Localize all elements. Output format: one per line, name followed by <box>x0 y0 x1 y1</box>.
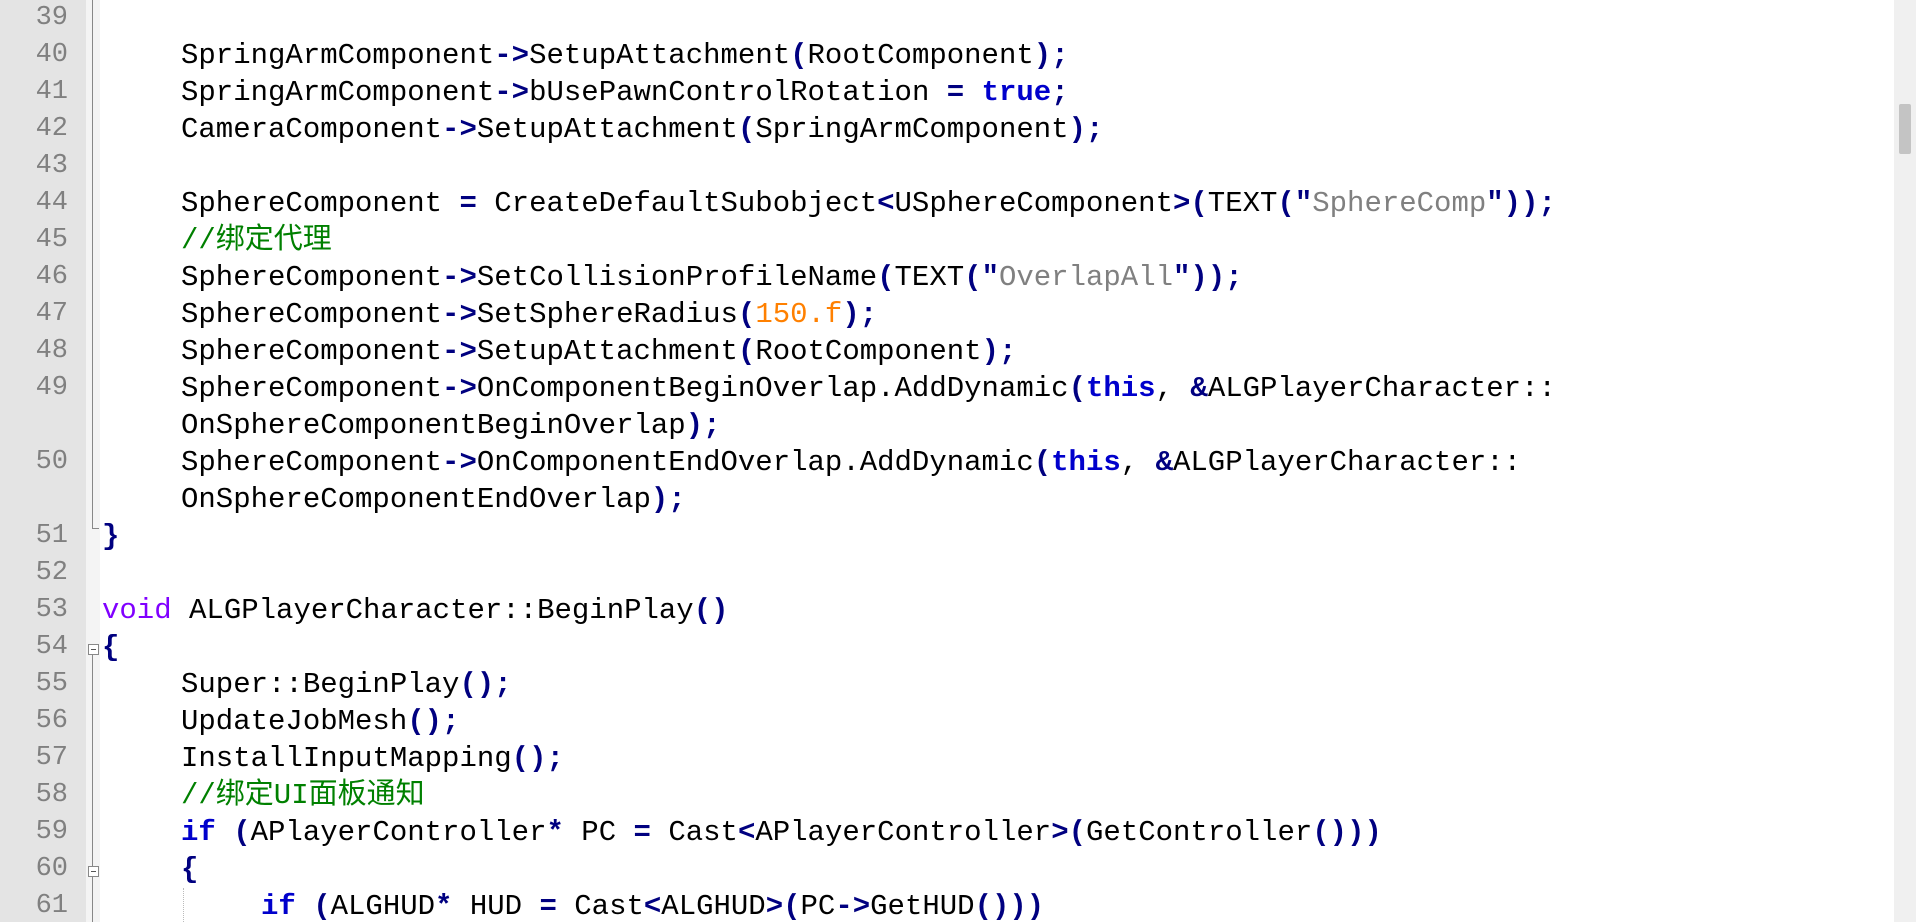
code-text: void ALGPlayerCharacter::BeginPlay() <box>102 594 729 627</box>
line-number: 60 <box>35 854 68 884</box>
code-line[interactable]: 48 SphereComponent->SetupAttachment(Root… <box>0 333 1916 370</box>
code-text: { <box>102 631 120 664</box>
code-line[interactable]: 42 CameraComponent->SetupAttachment(Spri… <box>0 111 1916 148</box>
line-number: 52 <box>35 558 68 588</box>
code-line[interactable]: 59 if (APlayerController* PC = Cast<APla… <box>0 814 1916 851</box>
line-number: 51 <box>35 521 68 551</box>
line-number: 50 <box>35 447 68 477</box>
line-number: 56 <box>35 706 68 736</box>
code-text: { <box>181 853 199 886</box>
code-line[interactable]: 54 { <box>0 629 1916 666</box>
code-text: InstallInputMapping(); <box>181 742 564 775</box>
line-number: 58 <box>35 780 68 810</box>
line-number: 57 <box>35 743 68 773</box>
line-number: 47 <box>35 299 68 329</box>
code-line[interactable]: 50 SphereComponent->OnComponentEndOverla… <box>0 444 1916 481</box>
code-line[interactable]: 45 //绑定代理 <box>0 222 1916 259</box>
fold-end-marker <box>92 528 99 529</box>
code-line[interactable]: 57 InstallInputMapping(); <box>0 740 1916 777</box>
code-text: CameraComponent->SetupAttachment(SpringA… <box>181 113 1104 146</box>
code-text: OnSphereComponentEndOverlap); <box>181 483 686 516</box>
code-text: UpdateJobMesh(); <box>181 705 460 738</box>
line-number: 46 <box>35 262 68 292</box>
line-number: 49 <box>35 373 68 403</box>
code-line-wrap[interactable]: OnSphereComponentBeginOverlap); <box>0 407 1916 444</box>
code-line[interactable]: 53 void ALGPlayerCharacter::BeginPlay() <box>0 592 1916 629</box>
line-number: 61 <box>35 891 68 921</box>
line-number: 42 <box>35 114 68 144</box>
code-line[interactable]: 61 if (ALGHUD* HUD = Cast<ALGHUD>(PC->Ge… <box>0 888 1916 922</box>
line-number: 39 <box>35 3 68 33</box>
line-number: 59 <box>35 817 68 847</box>
code-line[interactable]: 43 <box>0 148 1916 185</box>
code-comment: //绑定UI面板通知 <box>181 779 425 812</box>
line-number: 44 <box>35 188 68 218</box>
line-number: 48 <box>35 336 68 366</box>
vertical-scrollbar[interactable] <box>1894 0 1916 922</box>
indent-guide <box>183 888 185 922</box>
code-line[interactable]: 40 SpringArmComponent->SetupAttachment(R… <box>0 37 1916 74</box>
scrollbar-thumb[interactable] <box>1899 104 1911 154</box>
fold-collapse-icon[interactable] <box>88 866 99 877</box>
code-text: SphereComponent = CreateDefaultSubobject… <box>181 187 1556 220</box>
fold-line <box>92 655 93 922</box>
code-editor[interactable]: 39 40 SpringArmComponent->SetupAttachmen… <box>0 0 1916 922</box>
code-line[interactable]: 60 { <box>0 851 1916 888</box>
code-line-wrap[interactable]: OnSphereComponentEndOverlap); <box>0 481 1916 518</box>
code-text: if (ALGHUD* HUD = Cast<ALGHUD>(PC->GetHU… <box>261 890 1045 922</box>
code-line[interactable]: 46 SphereComponent->SetCollisionProfileN… <box>0 259 1916 296</box>
code-text: } <box>102 520 120 553</box>
code-text: SphereComponent->OnComponentEndOverlap.A… <box>181 446 1522 479</box>
line-number: 41 <box>35 77 68 107</box>
line-number: 54 <box>35 632 68 662</box>
line-number: 45 <box>35 225 68 255</box>
code-line[interactable]: 58 //绑定UI面板通知 <box>0 777 1916 814</box>
code-line[interactable]: 47 SphereComponent->SetSphereRadius(150.… <box>0 296 1916 333</box>
code-line[interactable]: 55 Super::BeginPlay(); <box>0 666 1916 703</box>
code-text: OnSphereComponentBeginOverlap); <box>181 409 721 442</box>
line-number: 55 <box>35 669 68 699</box>
code-text: SphereComponent->SetCollisionProfileName… <box>181 261 1243 294</box>
code-text: if (APlayerController* PC = Cast<APlayer… <box>181 816 1382 849</box>
code-text: SphereComponent->OnComponentBeginOverlap… <box>181 372 1556 405</box>
code-line[interactable]: 39 <box>0 0 1916 37</box>
code-line[interactable]: 56 UpdateJobMesh(); <box>0 703 1916 740</box>
code-text: SphereComponent->SetSphereRadius(150.f); <box>181 298 878 331</box>
line-number: 53 <box>35 595 68 625</box>
code-line[interactable]: 41 SpringArmComponent->bUsePawnControlRo… <box>0 74 1916 111</box>
code-text: SpringArmComponent->SetupAttachment(Root… <box>181 39 1069 72</box>
code-line[interactable]: 44 SphereComponent = CreateDefaultSubobj… <box>0 185 1916 222</box>
line-number: 40 <box>35 40 68 70</box>
code-comment: //绑定代理 <box>181 224 332 257</box>
code-text: SpringArmComponent->bUsePawnControlRotat… <box>181 76 1069 109</box>
code-line[interactable]: 52 <box>0 555 1916 592</box>
line-number: 43 <box>35 151 68 181</box>
fold-collapse-icon[interactable] <box>88 644 99 655</box>
fold-line <box>92 0 93 528</box>
code-line[interactable]: 49 SphereComponent->OnComponentBeginOver… <box>0 370 1916 407</box>
code-text: SphereComponent->SetupAttachment(RootCom… <box>181 335 1017 368</box>
code-text: Super::BeginPlay(); <box>181 668 512 701</box>
code-line[interactable]: 51 } <box>0 518 1916 555</box>
